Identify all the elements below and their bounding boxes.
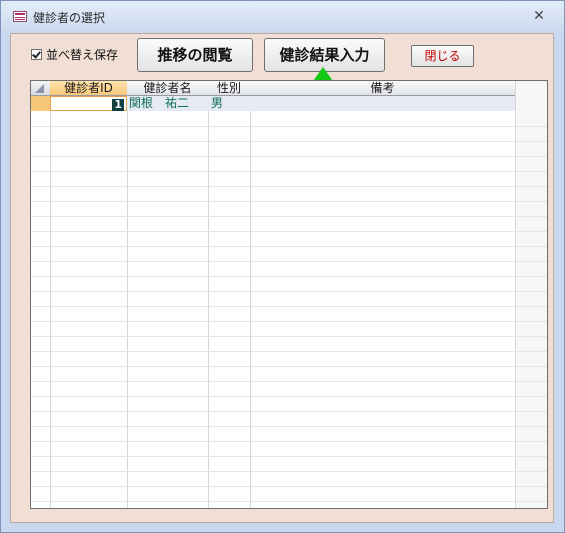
checkmark-icon[interactable] <box>31 48 42 60</box>
grid-line <box>31 366 547 367</box>
grid-line <box>31 471 547 472</box>
cell-id-value: 1 <box>112 98 124 111</box>
grid-line <box>31 231 547 232</box>
grid-line <box>127 81 128 508</box>
grid-line <box>31 141 547 142</box>
grid-line <box>31 486 547 487</box>
grid-line <box>31 381 547 382</box>
column-header-name[interactable]: 健診者名 <box>127 81 208 96</box>
grid-line <box>31 216 547 217</box>
app-window: 健診者の選択 ✕ 並べ替え保存 推移の閲覧 健診結果入力 閉じる 健診者ID 健… <box>0 0 565 533</box>
close-button[interactable]: 閉じる <box>411 45 474 67</box>
grid-line <box>31 186 547 187</box>
grid-line <box>31 456 547 457</box>
column-header-gender[interactable]: 性別 <box>208 81 250 96</box>
grid-line <box>515 81 516 508</box>
grid-empty-area <box>515 81 547 508</box>
grid-line <box>31 291 547 292</box>
grid-line <box>31 306 547 307</box>
grid-line <box>31 261 547 262</box>
select-all-corner[interactable] <box>31 81 50 96</box>
grid-line <box>208 81 209 508</box>
grid-line <box>31 321 547 322</box>
cell-id[interactable]: 1 <box>50 96 127 111</box>
grid-line <box>31 246 547 247</box>
grid-line <box>31 441 547 442</box>
grid-line <box>31 171 547 172</box>
grid-line <box>31 501 547 502</box>
column-header-id[interactable]: 健診者ID <box>50 81 127 96</box>
grid-line <box>31 276 547 277</box>
grid-line <box>31 336 547 337</box>
sort-save-label: 並べ替え保存 <box>46 47 119 62</box>
window-title: 健診者の選択 <box>33 11 106 25</box>
grid-line <box>31 156 547 157</box>
row-selector[interactable] <box>31 96 50 111</box>
sort-save-checkbox[interactable]: 並べ替え保存 <box>31 46 118 62</box>
cell-gender[interactable]: 男 <box>211 96 223 111</box>
trend-view-button[interactable]: 推移の閲覧 <box>137 38 253 72</box>
column-header-note[interactable]: 備考 <box>250 81 515 96</box>
cell-name[interactable]: 関根 祐二 <box>129 96 189 111</box>
grid-line <box>31 201 547 202</box>
title-bar: 健診者の選択 ✕ <box>1 1 564 33</box>
grid-line <box>31 126 547 127</box>
grid-line <box>31 351 547 352</box>
window-close-icon[interactable]: ✕ <box>531 8 547 24</box>
form-icon <box>13 11 27 22</box>
grid-line <box>31 411 547 412</box>
record-grid: 健診者ID 健診者名 性別 備考 1 関根 祐二 男 <box>30 80 548 509</box>
grid-line <box>250 81 251 508</box>
grid-line <box>31 426 547 427</box>
grid-line <box>31 396 547 397</box>
grid-line <box>50 81 51 508</box>
